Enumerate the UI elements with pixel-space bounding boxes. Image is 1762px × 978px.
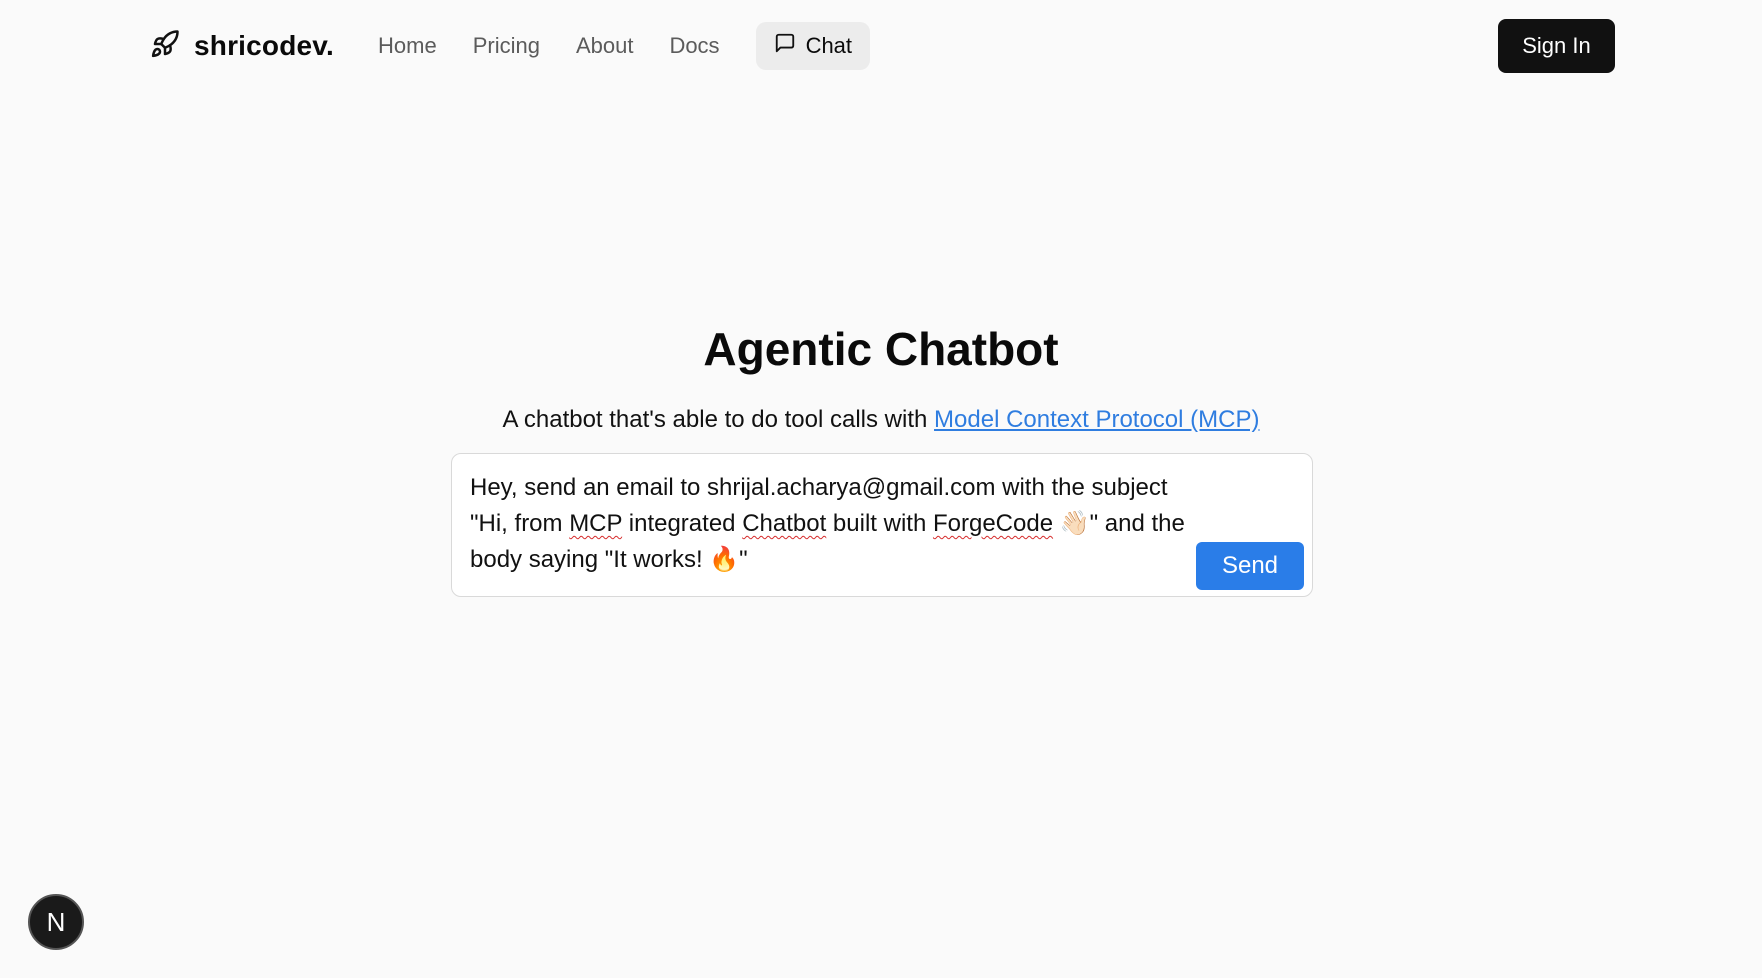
header: shricodev. Home Pricing About Docs Chat …: [0, 0, 1762, 92]
spellcheck-word: ForgeCode: [932, 510, 1054, 537]
nav-chat-label: Chat: [805, 33, 853, 58]
sign-in-button[interactable]: Sign In: [1498, 19, 1615, 73]
page: shricodev. Home Pricing About Docs Chat …: [0, 0, 1762, 978]
nextjs-devtools-button[interactable]: N: [28, 894, 84, 950]
message-text-part: built with: [826, 510, 933, 537]
brand-logo[interactable]: shricodev.: [150, 26, 334, 66]
subtitle-text: A chatbot that's able to do tool calls w…: [502, 406, 935, 433]
message-composer[interactable]: Hey, send an email to shrijal.acharya@gm…: [451, 453, 1313, 597]
spellcheck-word: Chatbot: [742, 510, 827, 537]
page-title: Agentic Chatbot: [703, 323, 1059, 375]
send-button[interactable]: Send: [1196, 542, 1304, 590]
page-subtitle: A chatbot that's able to do tool calls w…: [0, 406, 1762, 434]
rocket-icon: [150, 29, 180, 64]
message-text-part: integrated: [622, 510, 743, 537]
main-nav: Home Pricing About Docs Chat: [378, 22, 871, 70]
nav-about[interactable]: About: [576, 33, 634, 59]
nav-home[interactable]: Home: [378, 33, 437, 59]
nav-chat[interactable]: Chat: [755, 22, 871, 70]
spellcheck-word: MCP: [569, 510, 623, 537]
message-input[interactable]: Hey, send an email to shrijal.acharya@gm…: [470, 470, 1210, 578]
nav-pricing[interactable]: Pricing: [473, 33, 540, 59]
nav-docs[interactable]: Docs: [669, 33, 719, 59]
message-square-icon: [774, 32, 796, 60]
brand-name: shricodev.: [194, 30, 334, 61]
mcp-link[interactable]: Model Context Protocol (MCP): [934, 406, 1259, 433]
